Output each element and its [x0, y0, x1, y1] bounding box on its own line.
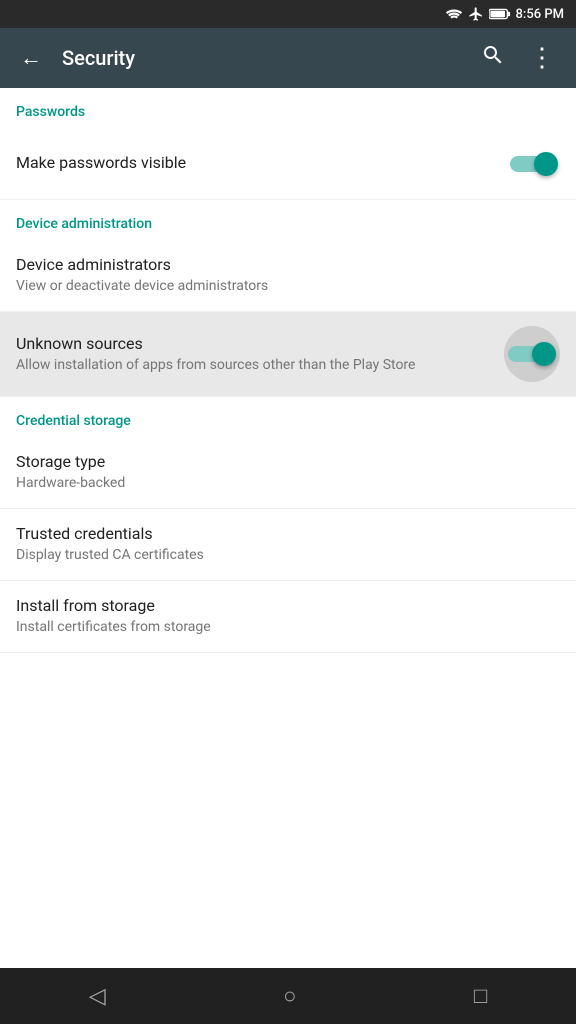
- trusted-credentials-text: Trusted credentials Display trusted CA c…: [16, 524, 560, 564]
- bottom-navigation: ◁ ○ □: [0, 968, 576, 1024]
- page-title: Security: [62, 46, 461, 70]
- back-nav-button[interactable]: ◁: [65, 976, 130, 1017]
- app-bar: ← Security ⋮: [0, 28, 576, 88]
- device-administrators-item[interactable]: Device administrators View or deactivate…: [0, 240, 576, 312]
- device-administrators-subtitle: View or deactivate device administrators: [16, 277, 560, 295]
- status-time: 8:56 PM: [516, 7, 565, 22]
- airplane-icon: [468, 6, 484, 22]
- unknown-sources-subtitle: Allow installation of apps from sources …: [16, 356, 504, 374]
- storage-type-subtitle: Hardware-backed: [16, 474, 560, 492]
- device-administrators-title: Device administrators: [16, 255, 560, 274]
- make-passwords-visible-title: Make passwords visible: [16, 153, 508, 172]
- device-administrators-text: Device administrators View or deactivate…: [16, 255, 560, 295]
- device-administration-section-header: Device administration: [0, 200, 576, 240]
- install-from-storage-title: Install from storage: [16, 596, 560, 615]
- unknown-sources-text: Unknown sources Allow installation of ap…: [16, 334, 504, 374]
- trusted-credentials-title: Trusted credentials: [16, 524, 560, 543]
- make-passwords-visible-text: Make passwords visible: [16, 153, 508, 175]
- storage-type-text: Storage type Hardware-backed: [16, 452, 560, 492]
- unknown-sources-toggle[interactable]: [506, 338, 558, 370]
- storage-type-title: Storage type: [16, 452, 560, 471]
- trusted-credentials-subtitle: Display trusted CA certificates: [16, 546, 560, 564]
- settings-content: Passwords Make passwords visible Device …: [0, 88, 576, 968]
- search-button[interactable]: [477, 39, 509, 77]
- battery-icon: [489, 7, 511, 21]
- status-bar: 8:56 PM: [0, 0, 576, 28]
- storage-type-item[interactable]: Storage type Hardware-backed: [0, 437, 576, 509]
- trusted-credentials-item[interactable]: Trusted credentials Display trusted CA c…: [0, 509, 576, 581]
- passwords-section-header: Passwords: [0, 88, 576, 128]
- search-icon: [481, 43, 505, 67]
- install-from-storage-subtitle: Install certificates from storage: [16, 618, 560, 636]
- install-from-storage-item[interactable]: Install from storage Install certificate…: [0, 581, 576, 653]
- unknown-sources-title: Unknown sources: [16, 334, 504, 353]
- toggle-thumb-2: [532, 342, 556, 366]
- toggle-thumb: [534, 152, 558, 176]
- make-passwords-visible-item[interactable]: Make passwords visible: [0, 128, 576, 200]
- home-nav-button[interactable]: ○: [259, 975, 320, 1017]
- unknown-sources-ripple: [504, 326, 560, 382]
- status-icons: 8:56 PM: [445, 6, 565, 22]
- back-button[interactable]: ←: [16, 41, 46, 75]
- make-passwords-visible-toggle[interactable]: [508, 148, 560, 180]
- recent-nav-button[interactable]: □: [450, 975, 511, 1017]
- more-options-button[interactable]: ⋮: [525, 39, 560, 77]
- wifi-icon: [445, 7, 463, 21]
- unknown-sources-item[interactable]: Unknown sources Allow installation of ap…: [0, 312, 576, 397]
- credential-storage-section-header: Credential storage: [0, 397, 576, 437]
- install-from-storage-text: Install from storage Install certificate…: [16, 596, 560, 636]
